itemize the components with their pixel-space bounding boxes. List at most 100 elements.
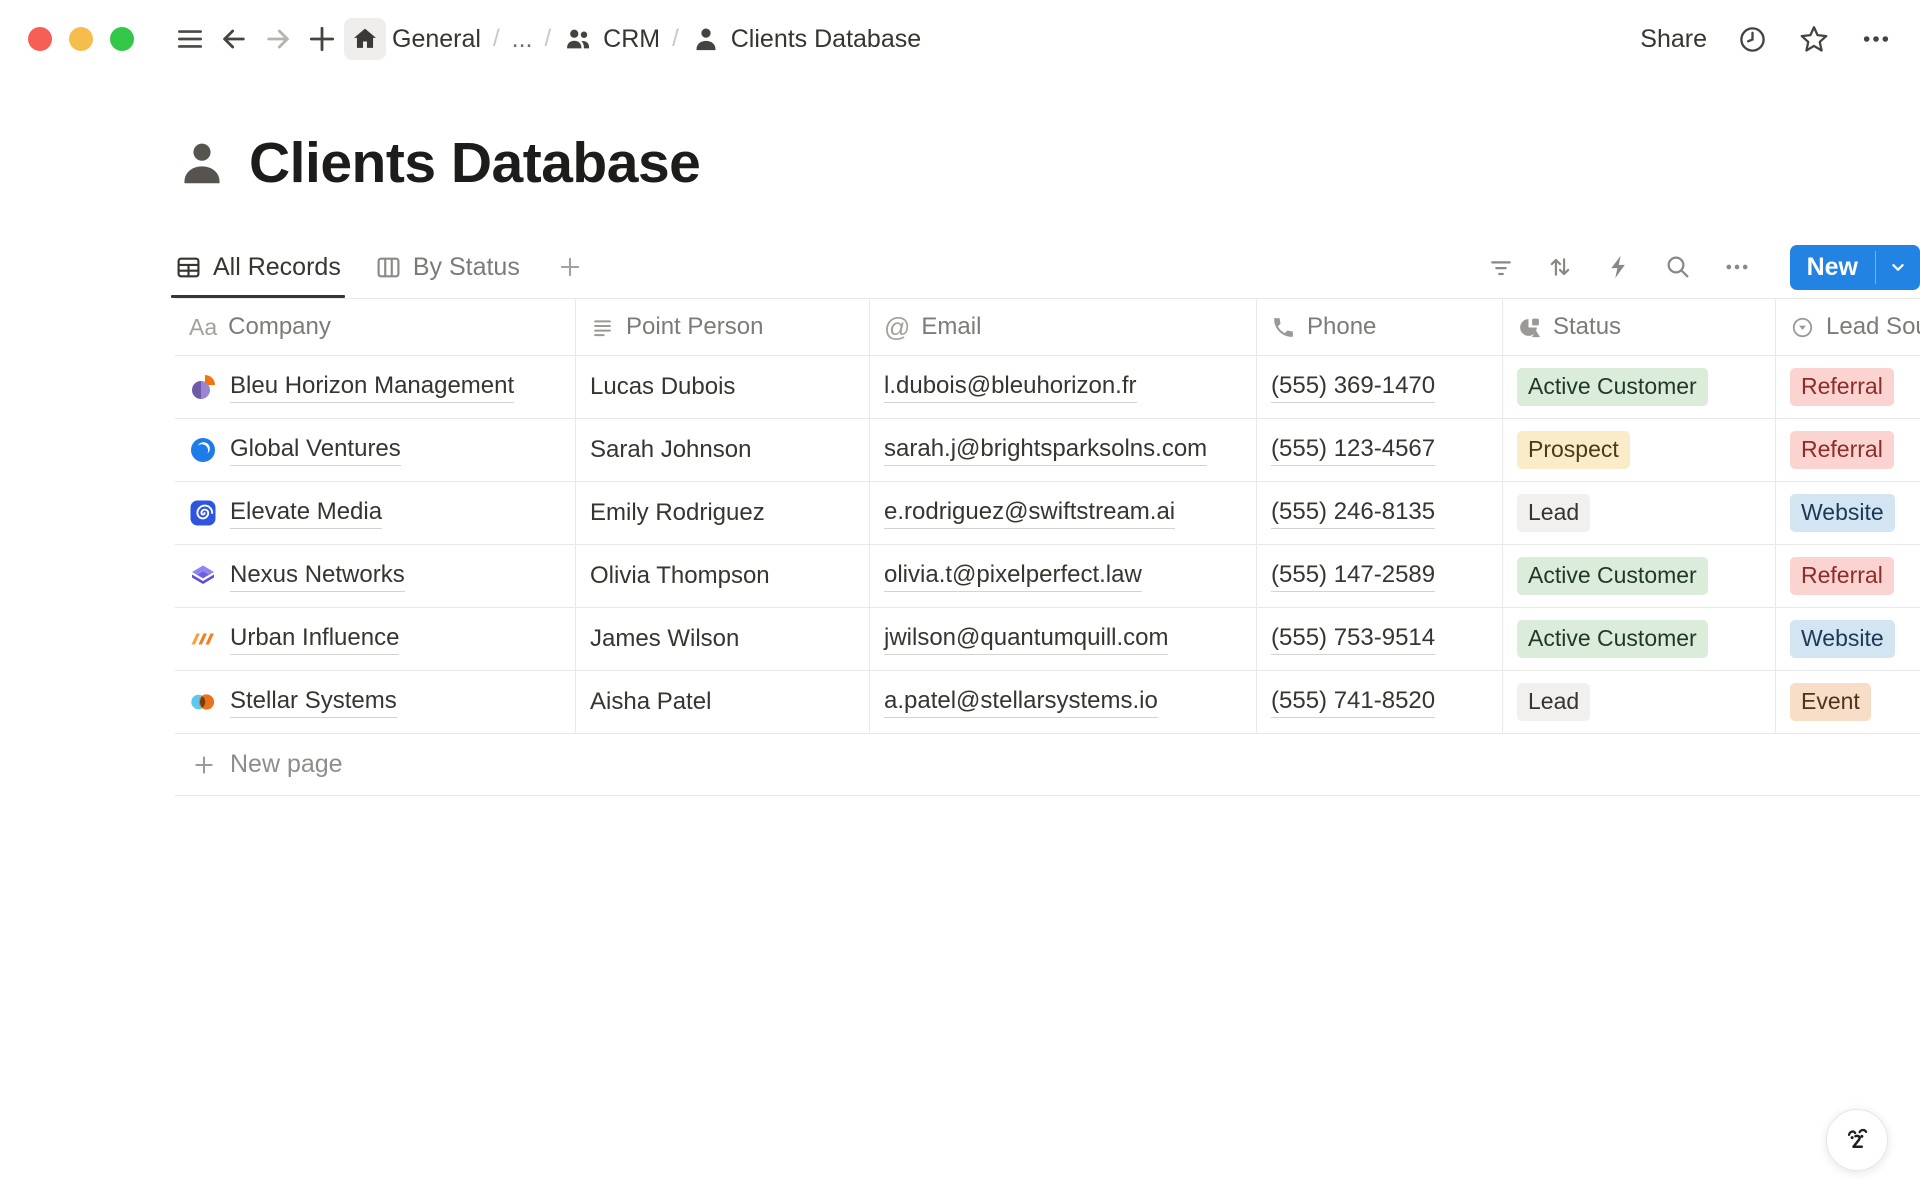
- email-cell[interactable]: jwilson@quantumquill.com: [870, 608, 1257, 670]
- company-cell[interactable]: Nexus Networks: [175, 545, 576, 607]
- email-cell[interactable]: a.patel@stellarsystems.io: [870, 671, 1257, 733]
- status-badge: Lead: [1517, 683, 1590, 721]
- new-record-button[interactable]: New: [1790, 245, 1875, 290]
- phone-cell[interactable]: (555) 246-8135: [1257, 482, 1503, 544]
- lead-source-badge: Event: [1790, 683, 1871, 721]
- lead-source-cell[interactable]: Referral: [1776, 356, 1920, 418]
- notion-ai-button[interactable]: [1826, 1109, 1888, 1171]
- lightning-icon: [1605, 253, 1633, 281]
- tab-all-records[interactable]: All Records: [175, 236, 341, 298]
- breadcrumb-page-label: Clients Database: [731, 25, 921, 54]
- favorite-button[interactable]: [1798, 23, 1830, 55]
- lead-source-cell[interactable]: Referral: [1776, 419, 1920, 481]
- table-header-row: Aa Company Point Person @ Email Phone St…: [175, 298, 1920, 356]
- point-person-value: Sarah Johnson: [590, 436, 751, 464]
- column-label: Point Person: [626, 313, 763, 341]
- status-badge: Active Customer: [1517, 557, 1708, 595]
- fullscreen-window-button[interactable]: [110, 27, 134, 51]
- breadcrumb-clients-database[interactable]: Clients Database: [691, 24, 921, 54]
- filter-button[interactable]: [1487, 253, 1515, 281]
- phone-property-icon: [1271, 315, 1296, 340]
- back-button[interactable]: [212, 17, 256, 61]
- new-record-dropdown-button[interactable]: [1876, 245, 1920, 290]
- status-cell[interactable]: Active Customer: [1503, 545, 1776, 607]
- hamburger-icon: [174, 23, 206, 55]
- phone-cell[interactable]: (555) 123-4567: [1257, 419, 1503, 481]
- share-button[interactable]: Share: [1640, 25, 1707, 54]
- email-cell[interactable]: l.dubois@bleuhorizon.fr: [870, 356, 1257, 418]
- back-arrow-icon: [218, 23, 250, 55]
- column-header-point-person[interactable]: Point Person: [576, 299, 870, 355]
- company-page-link: Bleu Horizon Management: [230, 372, 514, 403]
- minimize-window-button[interactable]: [69, 27, 93, 51]
- column-header-phone[interactable]: Phone: [1257, 299, 1503, 355]
- status-cell[interactable]: Active Customer: [1503, 608, 1776, 670]
- sidebar-toggle-button[interactable]: [168, 17, 212, 61]
- phone-cell[interactable]: (555) 369-1470: [1257, 356, 1503, 418]
- forward-button[interactable]: [256, 17, 300, 61]
- point-person-value: Aisha Patel: [590, 688, 711, 716]
- phone-cell[interactable]: (555) 147-2589: [1257, 545, 1503, 607]
- column-header-status[interactable]: Status: [1503, 299, 1776, 355]
- breadcrumb-collapsed[interactable]: ...: [512, 25, 533, 54]
- home-icon: [351, 25, 379, 53]
- email-cell[interactable]: e.rodriguez@swiftstream.ai: [870, 482, 1257, 544]
- breadcrumb-general[interactable]: General: [392, 25, 481, 54]
- email-cell[interactable]: olivia.t@pixelperfect.law: [870, 545, 1257, 607]
- status-cell[interactable]: Active Customer: [1503, 356, 1776, 418]
- phone-cell[interactable]: (555) 753-9514: [1257, 608, 1503, 670]
- table-body: Bleu Horizon Management Lucas Duboisl.dub…: [175, 356, 1920, 734]
- column-header-email[interactable]: @ Email: [870, 299, 1257, 355]
- phone-link: (555) 369-1470: [1271, 372, 1435, 403]
- home-button[interactable]: [344, 18, 386, 60]
- history-button[interactable]: [1737, 24, 1768, 55]
- breadcrumb-crm[interactable]: CRM: [563, 24, 660, 54]
- people-icon: [563, 24, 593, 54]
- star-icon: [1798, 23, 1830, 55]
- new-page-button[interactable]: New page: [175, 734, 1920, 796]
- status-cell[interactable]: Lead: [1503, 482, 1776, 544]
- company-cell[interactable]: Global Ventures: [175, 419, 576, 481]
- phone-link: (555) 123-4567: [1271, 435, 1435, 466]
- point-person-cell[interactable]: Sarah Johnson: [576, 419, 870, 481]
- add-view-button[interactable]: [554, 251, 586, 283]
- more-options-button[interactable]: [1860, 23, 1892, 55]
- point-person-cell[interactable]: Lucas Dubois: [576, 356, 870, 418]
- company-cell[interactable]: Stellar Systems: [175, 671, 576, 733]
- close-window-button[interactable]: [28, 27, 52, 51]
- column-header-company[interactable]: Aa Company: [175, 299, 576, 355]
- tab-by-status[interactable]: By Status: [375, 236, 520, 298]
- person-icon: [691, 24, 721, 54]
- email-cell[interactable]: sarah.j@brightsparksolns.com: [870, 419, 1257, 481]
- status-cell[interactable]: Lead: [1503, 671, 1776, 733]
- table-row: Bleu Horizon Management Lucas Duboisl.dub…: [175, 356, 1920, 419]
- new-tab-button[interactable]: [300, 17, 344, 61]
- company-cell[interactable]: Elevate Media: [175, 482, 576, 544]
- sort-button[interactable]: [1546, 253, 1574, 281]
- plus-icon: [556, 253, 584, 281]
- sort-icon: [1546, 253, 1574, 281]
- search-button[interactable]: [1664, 253, 1692, 281]
- table-row: Urban Influence James Wilsonjwilson@quant…: [175, 608, 1920, 671]
- company-page-link: Urban Influence: [230, 624, 399, 655]
- page-content: Clients Database All Records By Status: [0, 130, 1920, 796]
- phone-cell[interactable]: (555) 741-8520: [1257, 671, 1503, 733]
- point-person-cell[interactable]: Olivia Thompson: [576, 545, 870, 607]
- lead-source-badge: Referral: [1790, 431, 1894, 469]
- automations-button[interactable]: [1605, 253, 1633, 281]
- company-cell[interactable]: Bleu Horizon Management: [175, 356, 576, 418]
- view-more-button[interactable]: [1723, 253, 1751, 281]
- company-cell[interactable]: Urban Influence: [175, 608, 576, 670]
- ellipsis-icon: [1723, 253, 1751, 281]
- point-person-cell[interactable]: Emily Rodriguez: [576, 482, 870, 544]
- lead-source-cell[interactable]: Event: [1776, 671, 1920, 733]
- lead-source-cell[interactable]: Referral: [1776, 545, 1920, 607]
- lead-source-cell[interactable]: Website: [1776, 482, 1920, 544]
- point-person-cell[interactable]: James Wilson: [576, 608, 870, 670]
- page-icon[interactable]: [175, 136, 229, 190]
- page-title[interactable]: Clients Database: [249, 130, 700, 196]
- column-header-lead-source[interactable]: Lead Source: [1776, 299, 1920, 355]
- point-person-cell[interactable]: Aisha Patel: [576, 671, 870, 733]
- lead-source-cell[interactable]: Website: [1776, 608, 1920, 670]
- status-cell[interactable]: Prospect: [1503, 419, 1776, 481]
